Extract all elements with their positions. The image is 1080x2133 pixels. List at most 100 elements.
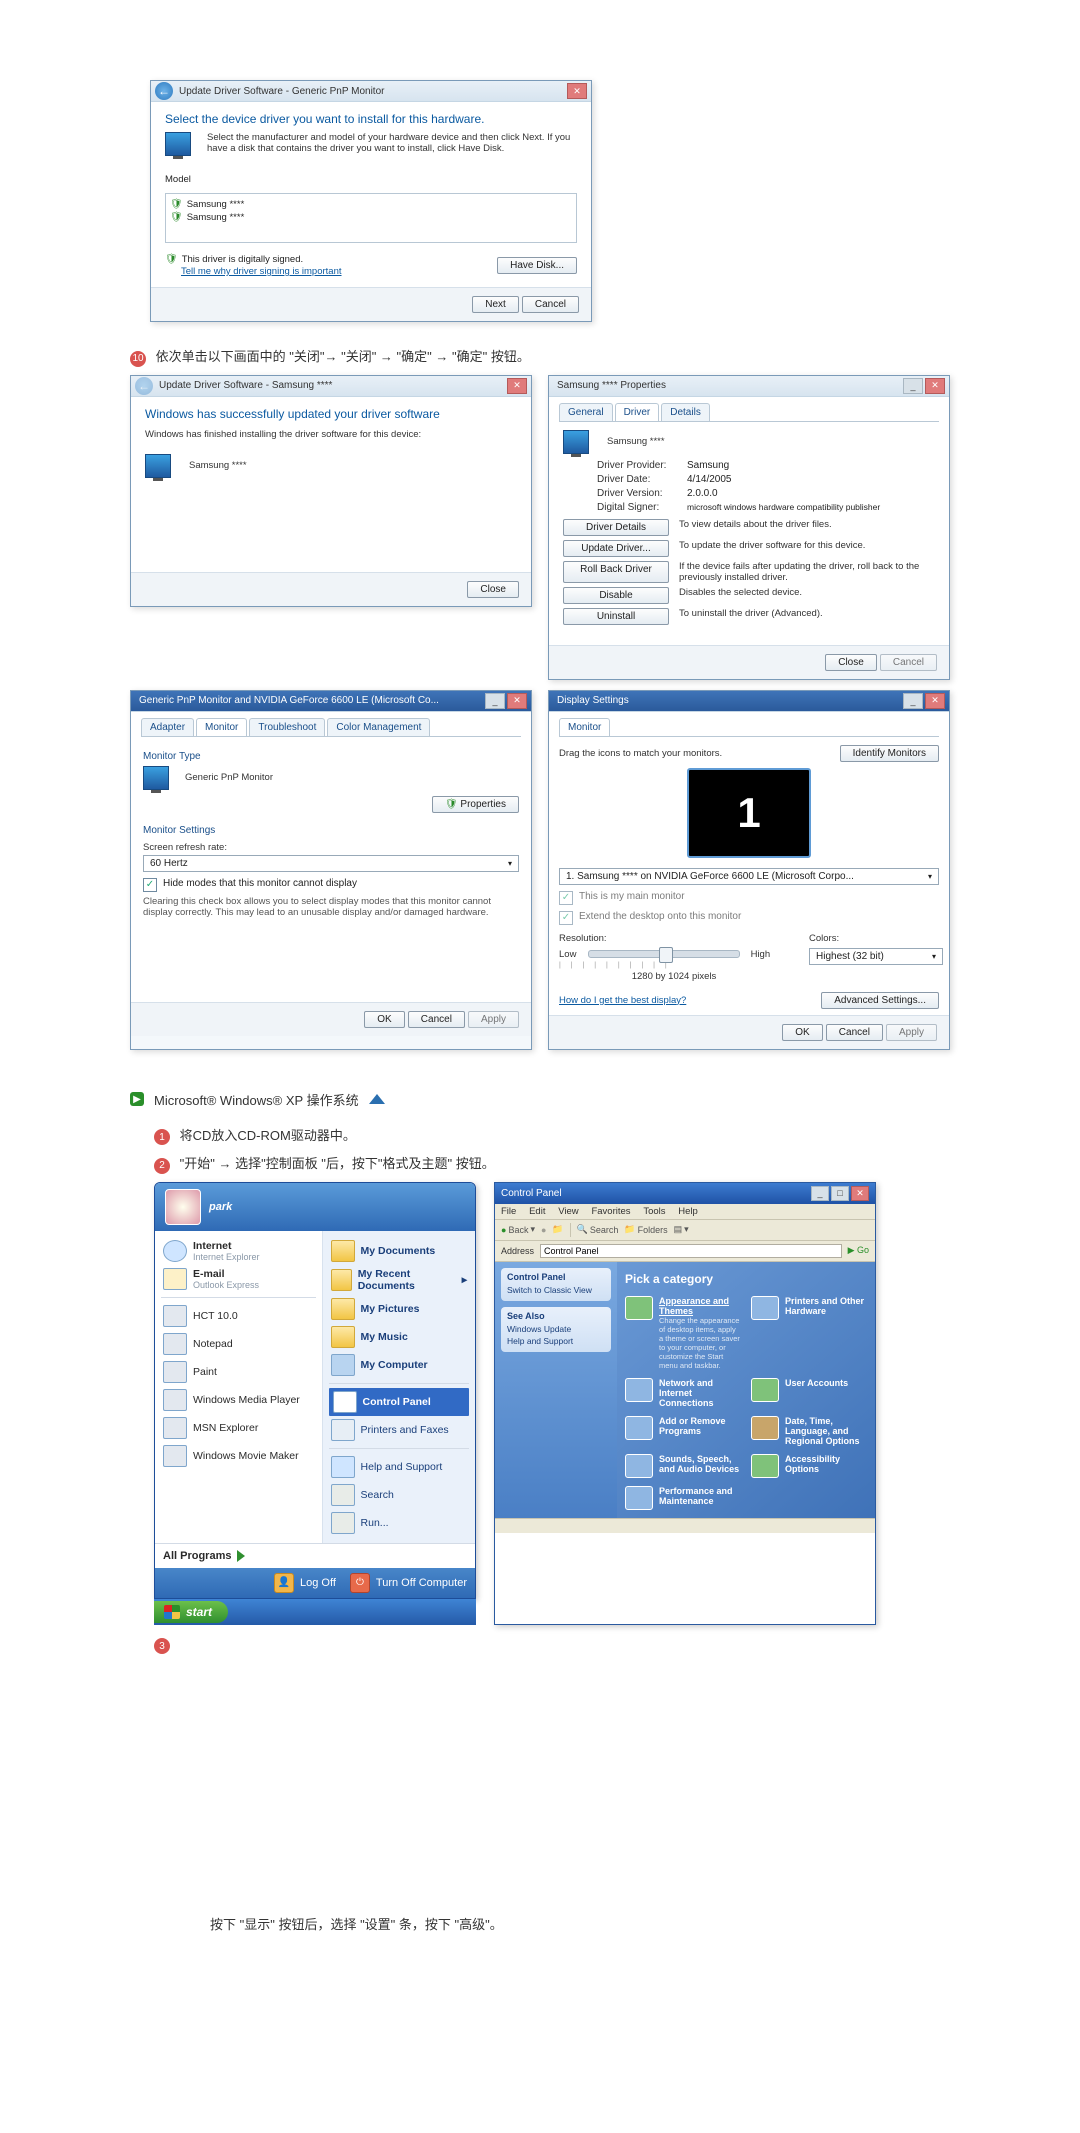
disable-button[interactable]: Disable xyxy=(563,587,669,604)
have-disk-button[interactable]: Have Disk... xyxy=(497,257,577,274)
colors-select[interactable]: Highest (32 bit) ▾ xyxy=(809,948,943,965)
list-item[interactable]: 🛡Samsung **** xyxy=(170,198,572,211)
collapse-up-icon[interactable] xyxy=(369,1094,385,1104)
start-button[interactable]: start xyxy=(154,1601,228,1623)
close-button[interactable]: Close xyxy=(467,581,519,598)
back-icon[interactable]: ← xyxy=(155,82,173,100)
close-icon[interactable]: ✕ xyxy=(851,1186,869,1201)
start-item-email[interactable]: E-mailOutlook Express xyxy=(161,1265,316,1293)
properties-button[interactable]: 🛡 Properties xyxy=(432,796,519,813)
category-network[interactable]: Network and Internet Connections xyxy=(625,1378,741,1408)
start-item-recent[interactable]: My Recent Documents▸ xyxy=(329,1265,469,1295)
hide-modes-checkbox[interactable]: ✓ xyxy=(143,878,157,892)
close-icon[interactable]: ✕ xyxy=(507,378,527,394)
category-performance[interactable]: Performance and Maintenance xyxy=(625,1486,741,1510)
identify-monitors-button[interactable]: Identify Monitors xyxy=(840,745,939,762)
tab-general[interactable]: General xyxy=(559,403,613,421)
category-printers[interactable]: Printers and Other Hardware xyxy=(751,1296,867,1370)
maximize-icon[interactable]: □ xyxy=(831,1186,849,1201)
start-item-paint[interactable]: Paint xyxy=(161,1358,316,1386)
start-item-pictures[interactable]: My Pictures xyxy=(329,1295,469,1323)
start-item-control-panel[interactable]: Control Panel xyxy=(329,1388,469,1416)
start-item-wmp[interactable]: Windows Media Player xyxy=(161,1386,316,1414)
close-icon[interactable]: ✕ xyxy=(925,693,945,709)
start-item-music[interactable]: My Music xyxy=(329,1323,469,1351)
menu-file[interactable]: File xyxy=(501,1206,516,1217)
back-button[interactable]: ●Back ▾ xyxy=(501,1224,535,1235)
monitor-select[interactable]: 1. Samsung **** on NVIDIA GeForce 6600 L… xyxy=(559,868,939,885)
address-input[interactable] xyxy=(540,1244,842,1258)
minimize-icon[interactable]: _ xyxy=(811,1186,829,1201)
category-addremove[interactable]: Add or Remove Programs xyxy=(625,1416,741,1446)
advanced-settings-button[interactable]: Advanced Settings... xyxy=(821,992,939,1009)
start-item-run[interactable]: Run... xyxy=(329,1509,469,1537)
next-button[interactable]: Next xyxy=(472,296,519,313)
minimize-icon[interactable]: _ xyxy=(485,693,505,709)
close-icon[interactable]: ✕ xyxy=(925,378,945,394)
uninstall-button[interactable]: Uninstall xyxy=(563,608,669,625)
menu-favorites[interactable]: Favorites xyxy=(591,1206,630,1217)
start-item-hct[interactable]: HCT 10.0 xyxy=(161,1302,316,1330)
cancel-button[interactable]: Cancel xyxy=(826,1024,883,1041)
all-programs-button[interactable]: All Programs xyxy=(155,1543,475,1568)
resolution-slider[interactable] xyxy=(588,950,740,958)
start-item-internet[interactable]: InternetInternet Explorer xyxy=(161,1237,316,1265)
list-item[interactable]: 🛡Samsung **** xyxy=(170,211,572,224)
folders-button[interactable]: 📁Folders xyxy=(624,1224,667,1235)
signing-info-link[interactable]: Tell me why driver signing is important xyxy=(181,266,342,277)
category-appearance[interactable]: Appearance and ThemesChange the appearan… xyxy=(625,1296,741,1370)
tab-troubleshoot[interactable]: Troubleshoot xyxy=(249,718,325,736)
category-datetime[interactable]: Date, Time, Language, and Regional Optio… xyxy=(751,1416,867,1446)
monitor-icon xyxy=(563,430,589,454)
menu-edit[interactable]: Edit xyxy=(529,1206,545,1217)
tab-monitor[interactable]: Monitor xyxy=(559,718,610,736)
cancel-button[interactable]: Cancel xyxy=(522,296,579,313)
close-icon[interactable]: ✕ xyxy=(507,693,527,709)
refresh-rate-select[interactable]: 60 Hertz ▾ xyxy=(143,855,519,872)
rollback-driver-button[interactable]: Roll Back Driver xyxy=(563,561,669,583)
search-button[interactable]: 🔍Search xyxy=(577,1224,619,1235)
category-accessibility[interactable]: Accessibility Options xyxy=(751,1454,867,1478)
tab-details[interactable]: Details xyxy=(661,403,710,421)
log-off-button[interactable]: 👤Log Off xyxy=(274,1573,336,1593)
go-button[interactable]: ▶ Go xyxy=(848,1245,869,1256)
category-accounts[interactable]: User Accounts xyxy=(751,1378,867,1408)
model-list[interactable]: 🛡Samsung **** 🛡Samsung **** xyxy=(165,193,577,243)
update-driver-button[interactable]: Update Driver... xyxy=(563,540,669,557)
tab-adapter[interactable]: Adapter xyxy=(141,718,194,736)
tab-color[interactable]: Color Management xyxy=(327,718,430,736)
menu-tools[interactable]: Tools xyxy=(643,1206,665,1217)
category-sounds[interactable]: Sounds, Speech, and Audio Devices xyxy=(625,1454,741,1478)
switch-classic-link[interactable]: Switch to Classic View xyxy=(507,1285,605,1295)
start-item-notepad[interactable]: Notepad xyxy=(161,1330,316,1358)
start-item-printers[interactable]: Printers and Faxes xyxy=(329,1416,469,1444)
start-item-msn[interactable]: MSN Explorer xyxy=(161,1414,316,1442)
views-button[interactable]: ▤▾ xyxy=(674,1224,689,1235)
minimize-icon[interactable]: _ xyxy=(903,693,923,709)
up-button[interactable]: 📁 xyxy=(552,1224,563,1235)
start-item-help[interactable]: Help and Support xyxy=(329,1453,469,1481)
monitor-preview[interactable]: 1 xyxy=(687,768,811,858)
step-bullet-10: 10 xyxy=(130,351,146,367)
driver-details-button[interactable]: Driver Details xyxy=(563,519,669,536)
menu-view[interactable]: View xyxy=(558,1206,578,1217)
tabs: Adapter Monitor Troubleshoot Color Manag… xyxy=(141,718,521,737)
menu-help[interactable]: Help xyxy=(678,1206,698,1217)
start-item-wmm[interactable]: Windows Movie Maker xyxy=(161,1442,316,1470)
tab-monitor[interactable]: Monitor xyxy=(196,718,247,736)
windows-update-link[interactable]: Windows Update xyxy=(507,1324,605,1334)
cancel-button[interactable]: Cancel xyxy=(408,1011,465,1028)
ok-button[interactable]: OK xyxy=(364,1011,404,1028)
best-display-link[interactable]: How do I get the best display? xyxy=(559,995,686,1006)
minimize-icon[interactable]: _ xyxy=(903,378,923,394)
tab-driver[interactable]: Driver xyxy=(615,403,660,421)
close-button[interactable]: Close xyxy=(825,654,877,671)
start-item-mydocs[interactable]: My Documents xyxy=(329,1237,469,1265)
start-item-search[interactable]: Search xyxy=(329,1481,469,1509)
start-item-computer[interactable]: My Computer xyxy=(329,1351,469,1379)
turn-off-button[interactable]: ⏻Turn Off Computer xyxy=(350,1573,467,1593)
ok-button[interactable]: OK xyxy=(782,1024,822,1041)
slider-thumb[interactable] xyxy=(659,947,673,963)
help-support-link[interactable]: Help and Support xyxy=(507,1336,605,1346)
close-icon[interactable]: ✕ xyxy=(567,83,587,99)
